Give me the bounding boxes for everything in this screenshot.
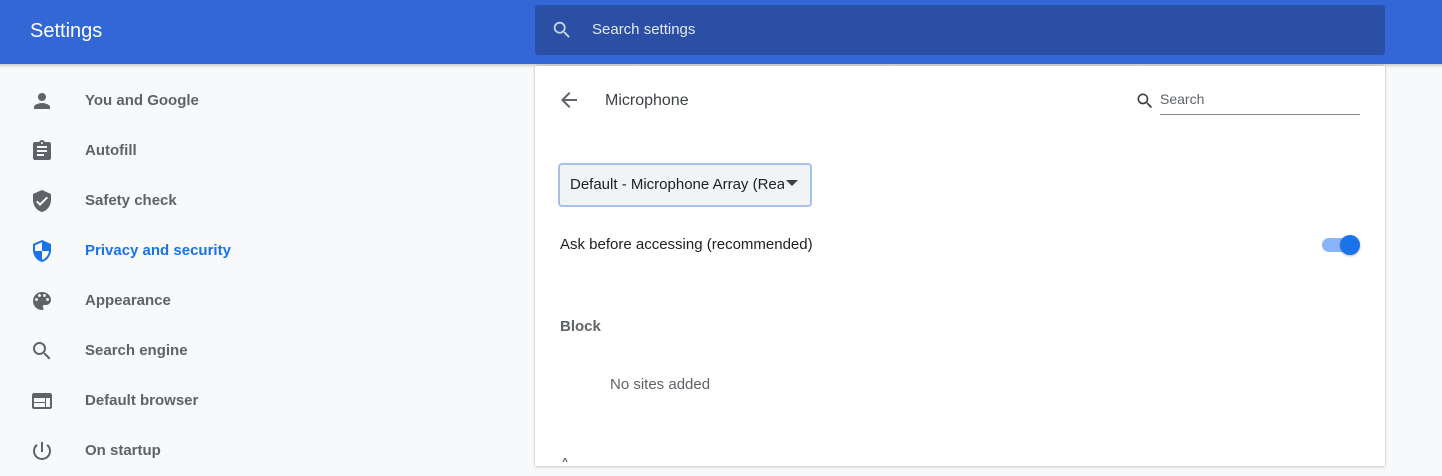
sidebar-item-label: You and Google	[85, 92, 199, 109]
sidebar-item-search-engine[interactable]: Search engine	[0, 326, 530, 376]
top-bar: Settings Search settings	[0, 0, 1442, 64]
chevron-down-icon	[786, 180, 798, 186]
sidebar-item-label: On startup	[85, 442, 161, 459]
selected-device: Default - Microphone Array (Realtek(R) A…	[570, 176, 784, 193]
sidebar-item-safety-check[interactable]: Safety check	[0, 176, 530, 226]
person-icon	[34, 93, 50, 109]
sidebar-item-default-browser[interactable]: Default browser	[0, 376, 530, 426]
microphone-device-select[interactable]: Default - Microphone Array (Realtek(R) A…	[558, 163, 812, 207]
sidebar-item-label: Autofill	[85, 142, 137, 159]
power-icon	[32, 442, 51, 460]
sidebar-item-privacy-and-security[interactable]: Privacy and security	[0, 226, 530, 276]
ask-before-accessing-toggle[interactable]	[1322, 235, 1360, 255]
search-icon	[553, 21, 570, 38]
sidebar-item-label: Safety check	[85, 192, 177, 209]
sidebar-item-label: Default browser	[85, 392, 199, 409]
palette-icon	[33, 292, 51, 310]
sidebar-item-label: Privacy and security	[85, 242, 231, 259]
sidebar-item-you-and-google[interactable]: You and Google	[0, 76, 530, 126]
browser-window-icon	[32, 393, 52, 409]
search-icon	[1137, 93, 1153, 109]
ask-before-accessing-label: Ask before accessing (recommended)	[560, 236, 813, 253]
sidebar-item-on-startup[interactable]: On startup	[0, 426, 530, 476]
sidebar: You and Google Autofill Safety check Pri…	[0, 68, 530, 462]
toggle-knob	[1340, 235, 1360, 255]
search-input[interactable]: Search settings	[592, 20, 695, 40]
app-title: Settings	[30, 20, 103, 42]
search-icon	[33, 342, 51, 360]
shield-icon	[33, 240, 51, 262]
sidebar-item-appearance[interactable]: Appearance	[0, 276, 530, 326]
allow-section-heading-partial: A	[560, 454, 580, 462]
page-title: Microphone	[605, 92, 689, 109]
sidebar-item-label: Search engine	[85, 342, 188, 359]
clipboard-icon	[33, 140, 51, 160]
block-section-heading: Block	[560, 318, 601, 335]
sidebar-item-autofill[interactable]: Autofill	[0, 126, 530, 176]
microphone-settings-card: Microphone Search Default - Microphone A…	[535, 66, 1385, 466]
block-empty-message: No sites added	[610, 376, 711, 393]
site-search-box[interactable]: Search	[1135, 86, 1360, 116]
sidebar-item-label: Appearance	[85, 292, 171, 309]
back-arrow-icon[interactable]	[557, 88, 581, 112]
settings-search-box[interactable]: Search settings	[535, 5, 1385, 55]
site-search-input[interactable]: Search	[1160, 89, 1360, 115]
shield-check-icon	[33, 190, 51, 212]
